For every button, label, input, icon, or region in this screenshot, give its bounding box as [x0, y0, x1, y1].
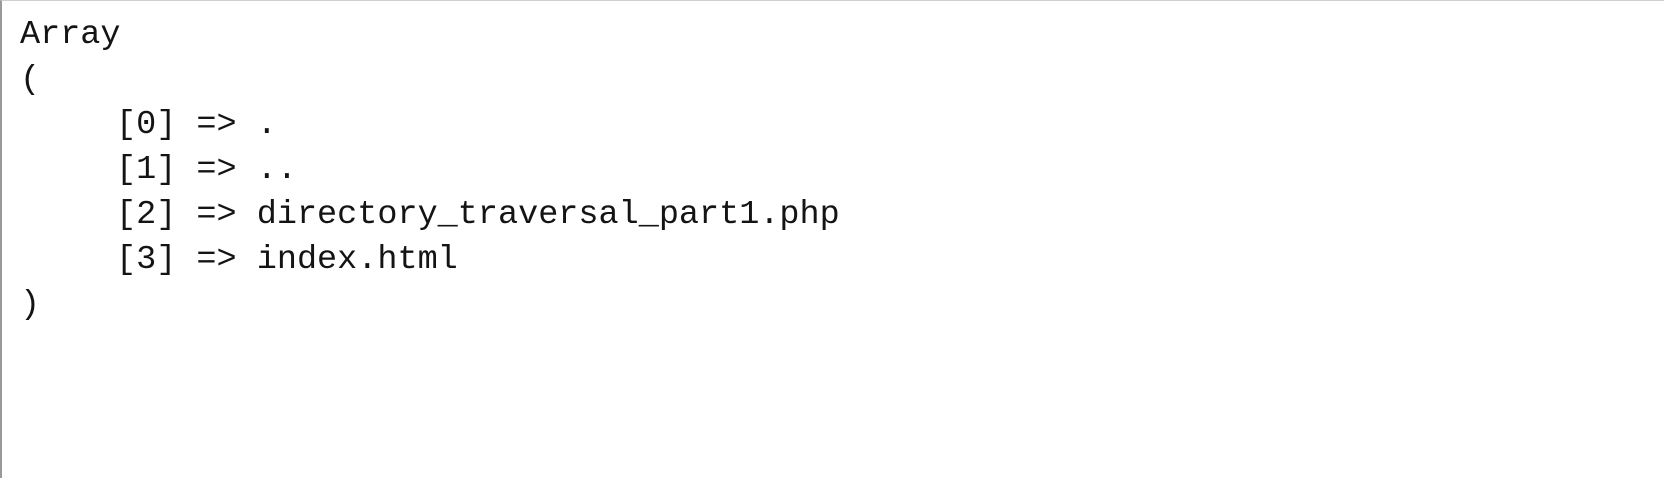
entry-value: .. [256, 151, 297, 189]
entry-key: [2] [116, 196, 177, 234]
array-header: Array [20, 16, 121, 54]
array-entry-1: [1] => .. [20, 148, 840, 193]
entry-value: . [256, 106, 277, 144]
entry-arrow: => [196, 151, 237, 189]
open-paren: ( [20, 61, 41, 99]
array-entry-2: [2] => directory_traversal_part1.php [20, 193, 840, 238]
entry-value: directory_traversal_part1.php [256, 196, 840, 234]
entry-arrow: => [196, 241, 237, 279]
print-r-output: Array([0] => . [1] => .. [2] => directory_… [20, 13, 840, 328]
entry-arrow: => [196, 196, 237, 234]
entry-arrow: => [196, 106, 237, 144]
entry-value: index.html [256, 241, 458, 279]
entry-key: [1] [116, 151, 177, 189]
array-entry-0: [0] => . [20, 103, 840, 148]
close-paren: ) [20, 286, 41, 324]
entry-key: [0] [116, 106, 177, 144]
array-entry-3: [3] => index.html [20, 238, 840, 283]
entry-key: [3] [116, 241, 177, 279]
page-viewport: Array([0] => . [1] => .. [2] => directory_… [0, 0, 1664, 478]
